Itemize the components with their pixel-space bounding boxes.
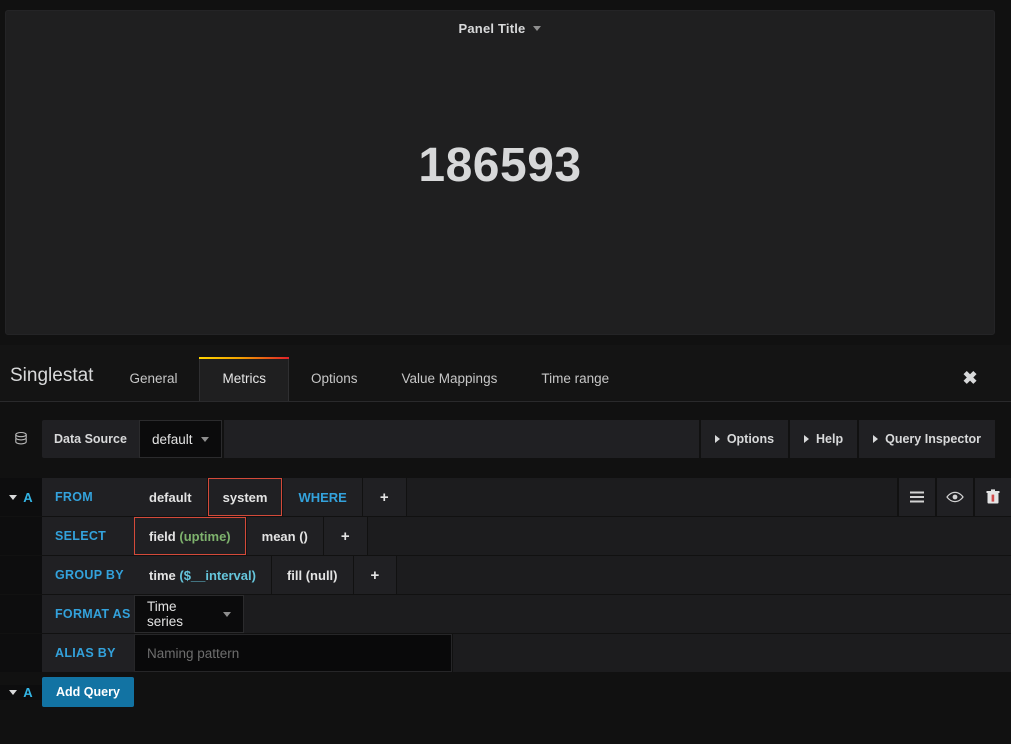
query-inspector-label: Query Inspector	[885, 432, 981, 446]
chevron-right-icon	[804, 435, 809, 443]
chevron-right-icon	[873, 435, 878, 443]
group-by-time-segment[interactable]: time ($__interval)	[134, 556, 271, 594]
datasource-selected-value: default	[152, 432, 193, 447]
alias-by-row-filler	[453, 634, 1011, 672]
options-toggle-button[interactable]: Options	[701, 420, 788, 458]
tab-metrics[interactable]: Metrics	[199, 357, 289, 401]
add-where-button[interactable]: +	[363, 478, 406, 516]
add-query-gutter[interactable]: A	[0, 685, 42, 700]
chevron-down-icon[interactable]	[9, 690, 17, 695]
close-icon[interactable]: ✖	[959, 367, 981, 389]
editor-type-label: Singlestat	[0, 365, 107, 401]
add-query-ref-id: A	[23, 685, 32, 700]
select-field-name: field	[149, 529, 176, 544]
editor-tabs-bar: Singlestat General Metrics Options Value…	[0, 345, 1011, 402]
format-as-label: FORMAT AS	[42, 595, 134, 633]
remove-query-icon[interactable]	[975, 478, 1011, 516]
query-gutter-spacer	[0, 517, 42, 555]
tab-value-mappings[interactable]: Value Mappings	[380, 357, 520, 401]
query-gutter[interactable]: A	[0, 478, 42, 516]
datasource-row: Data Source default Options Help Query I…	[0, 420, 1011, 458]
toggle-edit-mode-icon[interactable]	[899, 478, 935, 516]
format-as-value: Time series	[147, 599, 207, 629]
query-row-alias-by: ALIAS BY	[0, 634, 1011, 672]
query-row-select: SELECT field (uptime) mean () +	[0, 517, 1011, 555]
query-ref-id: A	[23, 490, 32, 505]
query-gutter-spacer	[0, 595, 42, 633]
chevron-down-icon	[201, 437, 209, 442]
query-inspector-button[interactable]: Query Inspector	[859, 420, 995, 458]
group-by-label: GROUP BY	[42, 556, 134, 594]
query-gutter-spacer	[0, 634, 42, 672]
from-row-filler	[407, 478, 897, 516]
select-label: SELECT	[42, 517, 134, 555]
toggle-visibility-icon[interactable]	[937, 478, 973, 516]
add-query-button[interactable]: Add Query	[42, 677, 134, 707]
add-query-row: A Add Query	[0, 673, 1011, 711]
alias-by-label: ALIAS BY	[42, 634, 134, 672]
query-row-from: A FROM default system WHERE +	[0, 478, 1011, 516]
select-field-segment[interactable]: field (uptime)	[134, 517, 246, 555]
datasource-label: Data Source	[42, 420, 139, 458]
tab-options[interactable]: Options	[289, 357, 380, 401]
select-row-filler	[368, 517, 1011, 555]
chevron-down-icon	[223, 612, 231, 617]
datasource-row-filler	[224, 420, 699, 458]
singlestat-body: 186593	[6, 45, 994, 334]
from-label: FROM	[42, 478, 134, 516]
group-by-row-filler	[397, 556, 1011, 594]
group-by-fill-segment[interactable]: fill (null)	[272, 556, 353, 594]
chevron-right-icon	[715, 435, 720, 443]
datasource-actions: Options Help Query Inspector	[701, 420, 1011, 458]
database-icon	[0, 420, 42, 458]
format-as-row-filler	[244, 595, 1011, 633]
editor-tabs: General Metrics Options Value Mappings T…	[107, 345, 631, 401]
from-policy-segment[interactable]: default	[134, 478, 207, 516]
select-field-arg: (uptime)	[179, 529, 230, 544]
chevron-down-icon[interactable]	[9, 495, 17, 500]
from-measurement-segment[interactable]: system	[208, 478, 283, 516]
help-toggle-label: Help	[816, 432, 843, 446]
group-by-time-arg: ($__interval)	[179, 568, 256, 583]
query-row-format-as: FORMAT AS Time series	[0, 595, 1011, 633]
add-select-part-button[interactable]: +	[324, 517, 367, 555]
add-group-by-button[interactable]: +	[354, 556, 397, 594]
query-editor: A FROM default system WHERE +	[0, 478, 1011, 711]
datasource-select[interactable]: default	[139, 420, 222, 458]
panel-title: Panel Title	[459, 21, 526, 36]
where-label-segment[interactable]: WHERE	[283, 478, 361, 516]
group-by-time-name: time	[149, 568, 176, 583]
alias-by-input[interactable]	[134, 634, 452, 672]
panel-editor-screen: Panel Title 186593 Singlestat General Me…	[0, 0, 1011, 744]
query-row-group-by: GROUP BY time ($__interval) fill (null) …	[0, 556, 1011, 594]
where-label: WHERE	[298, 490, 346, 505]
format-as-select[interactable]: Time series	[134, 595, 244, 633]
tab-time-range[interactable]: Time range	[519, 357, 631, 401]
select-aggregate-segment[interactable]: mean ()	[247, 517, 323, 555]
panel-header[interactable]: Panel Title	[6, 11, 994, 45]
query-gutter-spacer	[0, 556, 42, 594]
singlestat-value: 186593	[418, 138, 581, 193]
help-toggle-button[interactable]: Help	[790, 420, 857, 458]
panel-preview: Panel Title 186593	[5, 10, 995, 335]
options-toggle-label: Options	[727, 432, 774, 446]
editor-pane: Singlestat General Metrics Options Value…	[0, 345, 1011, 744]
tab-general[interactable]: General	[107, 357, 199, 401]
chevron-down-icon[interactable]	[533, 26, 541, 31]
